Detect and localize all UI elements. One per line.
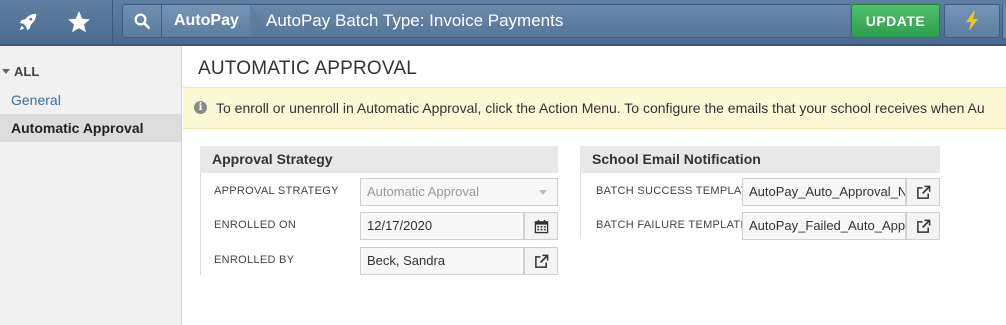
action-menu-button[interactable] <box>944 4 1000 38</box>
search-button[interactable] <box>122 4 162 38</box>
main-content: AUTOMATIC APPROVAL i To enroll or unenro… <box>183 46 1006 325</box>
sidebar-item-general[interactable]: General <box>0 86 181 114</box>
panel-border <box>200 173 201 275</box>
topbar-edge <box>1002 4 1006 38</box>
enrolled-by-label: ENROLLED BY <box>214 254 295 266</box>
batch-failure-template-field[interactable]: AutoPay_Failed_Auto_Appr <box>742 212 906 240</box>
chevron-down-icon <box>539 190 547 195</box>
breadcrumb-module[interactable]: AutoPay <box>162 4 250 38</box>
page-breadcrumb-title: AutoPay Batch Type: Invoice Payments <box>250 4 850 38</box>
calendar-button[interactable] <box>524 212 558 240</box>
school-email-notification-heading: School Email Notification <box>580 146 940 173</box>
panel-border <box>580 173 581 239</box>
open-failure-template-button[interactable] <box>906 212 940 240</box>
page-title: AUTOMATIC APPROVAL <box>198 58 417 79</box>
info-banner: i To enroll or unenroll in Automatic App… <box>183 87 1006 129</box>
lightning-icon <box>966 11 978 31</box>
star-icon[interactable] <box>54 0 104 44</box>
approval-strategy-label: APPROVAL STRATEGY <box>214 185 339 197</box>
open-link-button[interactable] <box>524 247 558 275</box>
divider <box>112 0 113 44</box>
enrolled-by-field[interactable]: Beck, Sandra <box>360 247 524 275</box>
rocket-icon[interactable] <box>0 0 56 44</box>
external-link-icon <box>916 219 930 233</box>
info-text: To enroll or unenroll in Automatic Appro… <box>216 100 985 116</box>
top-bar: AutoPay Batch Type: Invoice Payments Aut… <box>0 0 1006 46</box>
open-success-template-button[interactable] <box>906 178 940 206</box>
search-icon <box>134 13 151 30</box>
approval-strategy-select: Automatic Approval <box>360 178 558 206</box>
calendar-icon <box>534 219 548 233</box>
batch-success-template-field[interactable]: AutoPay_Auto_Approval_N <box>742 178 906 206</box>
external-link-icon <box>916 185 930 199</box>
update-button[interactable]: UPDATE <box>851 4 940 38</box>
sidebar: ALL General Automatic Approval <box>0 46 182 325</box>
caret-down-icon <box>2 69 10 74</box>
sidebar-item-automatic-approval[interactable]: Automatic Approval <box>0 114 181 142</box>
external-link-icon <box>534 254 548 268</box>
approval-strategy-value: Automatic Approval <box>367 184 480 199</box>
breadcrumb-arrow <box>250 4 262 38</box>
enrolled-on-label: ENROLLED ON <box>214 219 297 231</box>
batch-success-template-label: BATCH SUCCESS TEMPLATE <box>596 185 756 197</box>
sidebar-all-toggle[interactable]: ALL <box>0 64 39 79</box>
batch-failure-template-label: BATCH FAILURE TEMPLATE <box>596 219 749 231</box>
approval-strategy-heading: Approval Strategy <box>200 146 558 173</box>
enrolled-on-field[interactable]: 12/17/2020 <box>360 212 524 240</box>
sidebar-all-label: ALL <box>14 64 40 79</box>
info-icon: i <box>194 101 207 114</box>
